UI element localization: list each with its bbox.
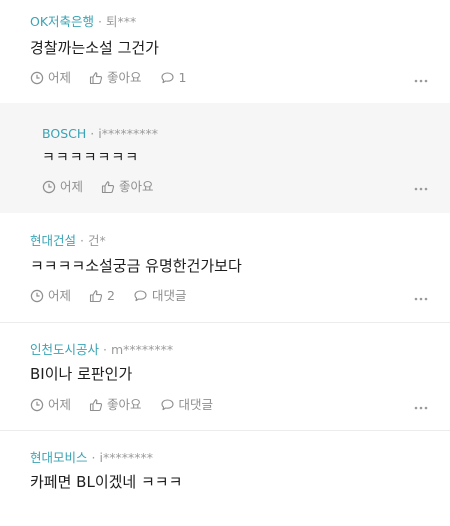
comment-meta: 어제 좋아요 1 [30,70,204,86]
user-id: i******** [99,450,153,465]
company-name[interactable]: OK저축은행 [30,14,94,29]
comment-header: BOSCH · i********* [42,126,158,142]
comment-header: 인천도시공사 · m******** [30,342,173,358]
comment-text: ㅋㅋㅋㅋㅋㅋㅋ [42,150,140,166]
comment: 현대건설 · 건* ㅋㅋㅋㅋ소설궁금 유명한건가보다 어제 2 대댓글 [0,213,450,322]
thumbs-up-icon [89,399,103,412]
comment: OK저축은행 · 퇴*** 경찰까는소설 그건가 어제 좋아요 1 [0,0,450,103]
company-name[interactable]: BOSCH [42,126,86,141]
clock-icon [42,180,56,194]
comment-meta: 어제 2 대댓글 [30,288,204,304]
reply-comment: BOSCH · i********* ㅋㅋㅋㅋㅋㅋㅋ 어제 좋아요 [0,103,450,213]
timestamp: 어제 [30,70,71,86]
like-button[interactable]: 2 [89,288,115,304]
comment-text: 경찰까는소설 그건가 [30,39,159,57]
comment-text: BI이나 로판인가 [30,365,133,383]
clock-icon [30,71,44,85]
comment-meta: 어제 좋아요 대댓글 [30,397,231,413]
comment-text: 카페면 BL이겠네 ㅋㅋㅋ [30,473,183,491]
comment: 현대모비스 · i******** 카페면 BL이겠네 ㅋㅋㅋ [0,431,450,526]
user-id: i********* [98,126,158,141]
more-dots-icon[interactable] [414,297,428,301]
speech-bubble-icon [160,72,174,84]
thumbs-up-icon [89,290,103,303]
reply-button[interactable]: 대댓글 [133,288,186,304]
comment-meta: 어제 좋아요 [42,179,172,195]
like-button[interactable]: 좋아요 [101,179,154,195]
separator-dot: · [103,342,107,357]
like-button[interactable]: 좋아요 [89,397,142,413]
company-name[interactable]: 현대모비스 [30,450,88,465]
reply-button[interactable]: 1 [160,70,186,86]
clock-icon [30,289,44,303]
like-button[interactable]: 좋아요 [89,70,142,86]
more-dots-icon[interactable] [414,406,428,410]
thumbs-up-icon [101,181,115,194]
speech-bubble-icon [160,399,174,411]
timestamp: 어제 [42,179,83,195]
comment-header: 현대모비스 · i******** [30,450,153,466]
speech-bubble-icon [134,290,147,302]
separator-dot: · [98,14,103,29]
user-id: 퇴*** [106,14,137,29]
separator-dot: · [91,450,96,465]
more-dots-icon[interactable] [414,79,428,83]
reply-button[interactable]: 대댓글 [160,397,213,413]
clock-icon [30,398,44,412]
separator-dot: · [90,126,95,141]
comment-header: OK저축은행 · 퇴*** [30,14,136,30]
thumbs-up-icon [89,72,103,85]
timestamp: 어제 [30,397,71,413]
timestamp: 어제 [30,288,71,304]
user-id: 건* [87,233,106,248]
company-name[interactable]: 현대건설 [30,233,76,248]
more-dots-icon[interactable] [414,187,428,191]
separator-dot: · [80,233,84,248]
user-id: m******** [110,342,174,357]
comment-text: ㅋㅋㅋㅋ소설궁금 유명한건가보다 [30,257,242,275]
comment: 인천도시공사 · m******** BI이나 로판인가 어제 좋아요 대댓글 [0,323,450,430]
comment-header: 현대건설 · 건* [30,233,106,249]
company-name[interactable]: 인천도시공사 [30,342,99,357]
